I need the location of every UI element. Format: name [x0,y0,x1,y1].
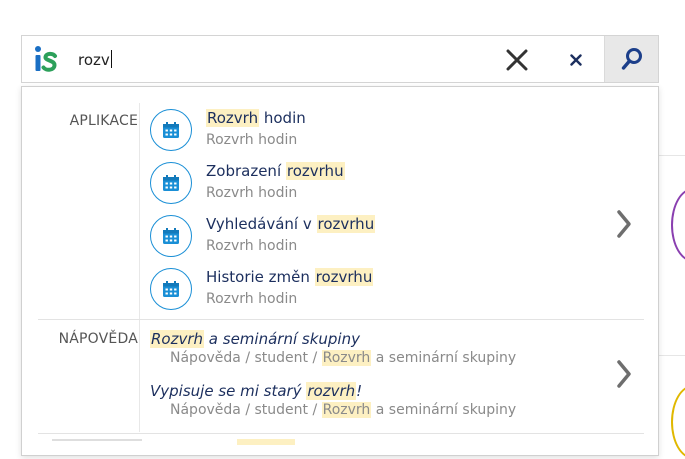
close-small-icon[interactable] [570,54,582,66]
app-result-subtitle: Rozvrh hodin [206,291,298,307]
help-result-item[interactable]: Vypisuje se mi starý rozvrh! Nápověda / … [150,382,620,418]
app-result-title: Rozvrh hodin [206,109,306,127]
query-highlight: rozvrhu [314,268,374,286]
next-section-partial [38,439,644,459]
column-divider [139,320,140,432]
app-result-item[interactable]: Zobrazení rozvrhu Rozvrh hodin [150,162,580,214]
is-logo[interactable] [34,45,58,73]
help-result-item[interactable]: Rozvrh a seminární skupiny Nápověda / st… [150,330,620,366]
background-divider [657,355,685,356]
calendar-icon [150,215,192,257]
app-result-item[interactable]: Rozvrh hodin Rozvrh hodin [150,109,580,161]
chevron-right-icon[interactable] [616,209,632,239]
app-result-subtitle: Rozvrh hodin [206,132,298,148]
query-highlight: Rozvrh [321,350,372,366]
column-divider [139,103,140,319]
background-divider [657,155,685,156]
query-highlight: rozvrh [306,382,357,400]
text-caret [110,50,112,68]
background-decoration [671,188,685,262]
app-result-title: Historie změn rozvrhu [206,268,374,286]
calendar-icon [150,109,192,151]
app-result-title: Vyhledávání v rozvrhu [206,215,376,233]
query-highlight: rozvrhu [316,215,376,233]
query-highlight: Rozvrh [150,330,205,348]
close-icon[interactable] [506,49,528,71]
section-help: NÁPOVĚDA Rozvrh a seminární skupiny Nápo… [38,320,644,432]
search-input[interactable]: rozv [78,47,112,73]
help-result-title: Rozvrh a seminární skupiny [150,330,360,348]
query-highlight: Rozvrh [206,109,260,127]
app-result-item[interactable]: Vyhledávání v rozvrhu Rozvrh hodin [150,215,580,267]
background-decoration [671,385,685,459]
app-result-title: Zobrazení rozvrhu [206,162,345,180]
section-divider [38,433,644,434]
search-icon [621,48,642,70]
search-button[interactable] [604,36,658,82]
calendar-icon [150,268,192,310]
section-label-apps: APLIKACE [69,113,138,129]
search-bar: rozv [21,35,659,83]
help-result-path: Nápověda / student / Rozvrh a seminární … [170,402,517,418]
help-result-title: Vypisuje se mi starý rozvrh! [150,382,363,400]
app-result-subtitle: Rozvrh hodin [206,238,298,254]
app-result-subtitle: Rozvrh hodin [206,185,298,201]
section-label-help: NÁPOVĚDA [58,331,138,347]
query-highlight [237,439,295,445]
app-result-item[interactable]: Historie změn rozvrhu Rozvrh hodin [150,268,580,320]
calendar-icon [150,162,192,204]
search-query-text: rozv [78,51,110,69]
query-highlight: Rozvrh [321,402,372,418]
help-result-path: Nápověda / student / Rozvrh a seminární … [170,350,517,366]
search-suggestions-dropdown: APLIKACE Rozvrh hodin Rozvrh hodin Zobra… [21,86,659,456]
section-apps: APLIKACE Rozvrh hodin Rozvrh hodin Zobra… [38,103,644,319]
query-highlight: rozvrhu [285,162,345,180]
chevron-right-icon[interactable] [616,359,632,389]
